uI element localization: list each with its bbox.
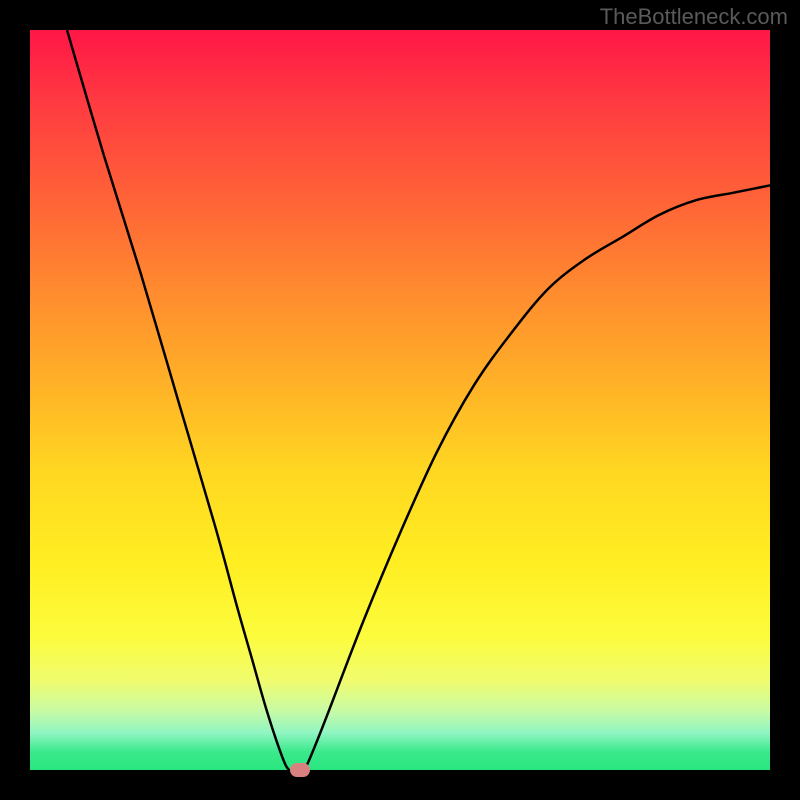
watermark-text: TheBottleneck.com xyxy=(600,4,788,30)
bottleneck-curve xyxy=(30,30,770,770)
chart-plot-area xyxy=(30,30,770,770)
optimum-marker xyxy=(290,763,310,777)
